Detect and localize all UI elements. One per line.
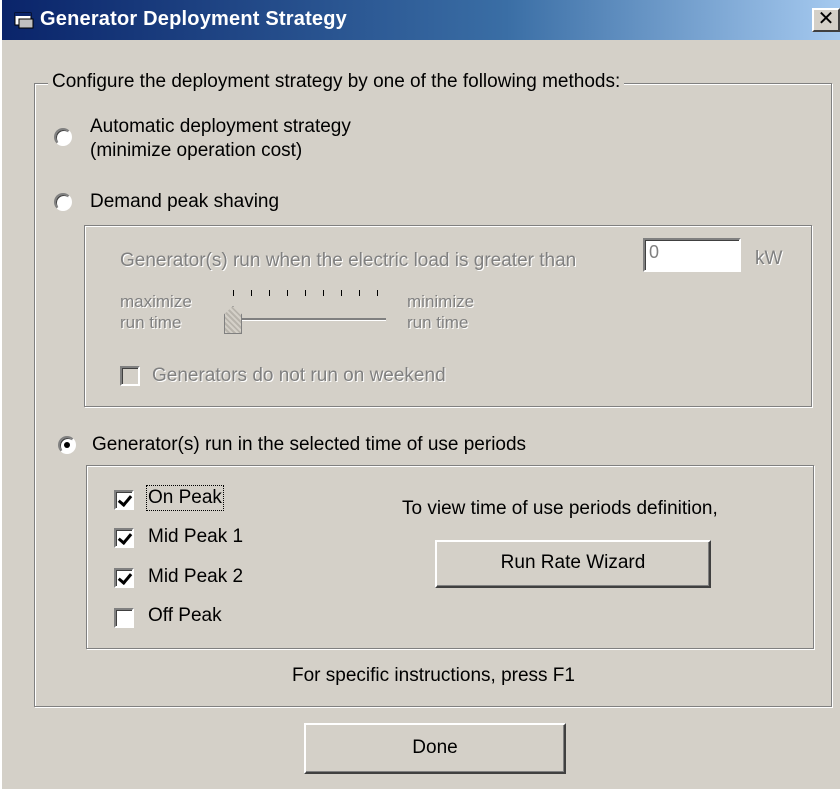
slider-right-line2: run time xyxy=(407,313,469,332)
mid-peak-2-label: Mid Peak 2 xyxy=(148,566,244,587)
load-threshold-label: Generator(s) run when the electric load … xyxy=(120,250,577,271)
wizard-hint: To view time of use periods definition, xyxy=(402,498,718,519)
window-title: Generator Deployment Strategy xyxy=(40,8,347,30)
title-bar[interactable]: Generator Deployment Strategy ✕ xyxy=(2,0,840,40)
done-button[interactable]: Done xyxy=(304,723,566,774)
mid-peak-1-label: Mid Peak 1 xyxy=(148,526,244,547)
slider-tick xyxy=(323,290,324,296)
slider-tick xyxy=(341,290,342,296)
load-threshold-value: 0 xyxy=(649,242,660,262)
kw-unit-label: kW xyxy=(755,248,783,269)
on-peak-checkbox[interactable] xyxy=(114,490,134,510)
slider-tick xyxy=(251,290,252,296)
slider-tick xyxy=(359,290,360,296)
close-button[interactable]: ✕ xyxy=(812,8,840,32)
done-label: Done xyxy=(412,737,458,758)
help-text: For specific instructions, press F1 xyxy=(292,665,575,686)
peak-shaving-label: Demand peak shaving xyxy=(90,191,280,212)
automatic-label-line2: (minimize operation cost) xyxy=(90,140,303,161)
slider-tick xyxy=(287,290,288,296)
generator-deployment-dialog: Generator Deployment Strategy ✕ Configur… xyxy=(0,0,840,789)
slider-tick xyxy=(305,290,306,296)
close-icon: ✕ xyxy=(817,8,835,30)
slider-tick xyxy=(269,290,270,296)
slider-tick xyxy=(233,290,234,296)
weekend-label: Generators do not run on weekend xyxy=(152,365,446,386)
mid-peak-2-checkbox[interactable] xyxy=(114,568,134,588)
radio-time-of-use[interactable] xyxy=(58,436,76,454)
slider-right-line1: minimize xyxy=(407,292,475,311)
groupbox-legend: Configure the deployment strategy by one… xyxy=(48,71,625,93)
run-rate-wizard-button[interactable]: Run Rate Wizard xyxy=(435,540,711,588)
load-threshold-input[interactable]: 0 xyxy=(643,238,741,272)
radio-peak-shaving[interactable] xyxy=(54,193,72,211)
automatic-label-line1: Automatic deployment strategy xyxy=(90,116,351,137)
mid-peak-1-checkbox[interactable] xyxy=(114,528,134,548)
slider-left-line1: maximize xyxy=(120,292,192,311)
slider-tick xyxy=(377,290,378,296)
slider-left-line2: run time xyxy=(120,313,182,332)
off-peak-checkbox[interactable] xyxy=(114,608,134,628)
app-icon xyxy=(14,12,34,29)
radio-automatic[interactable] xyxy=(54,128,72,146)
slider-track xyxy=(230,318,386,321)
on-peak-label: On Peak xyxy=(146,485,224,511)
off-peak-label: Off Peak xyxy=(148,605,222,626)
time-of-use-label: Generator(s) run in the selected time of… xyxy=(92,434,527,455)
weekend-checkbox[interactable] xyxy=(120,366,140,386)
run-rate-wizard-label: Run Rate Wizard xyxy=(500,552,646,573)
